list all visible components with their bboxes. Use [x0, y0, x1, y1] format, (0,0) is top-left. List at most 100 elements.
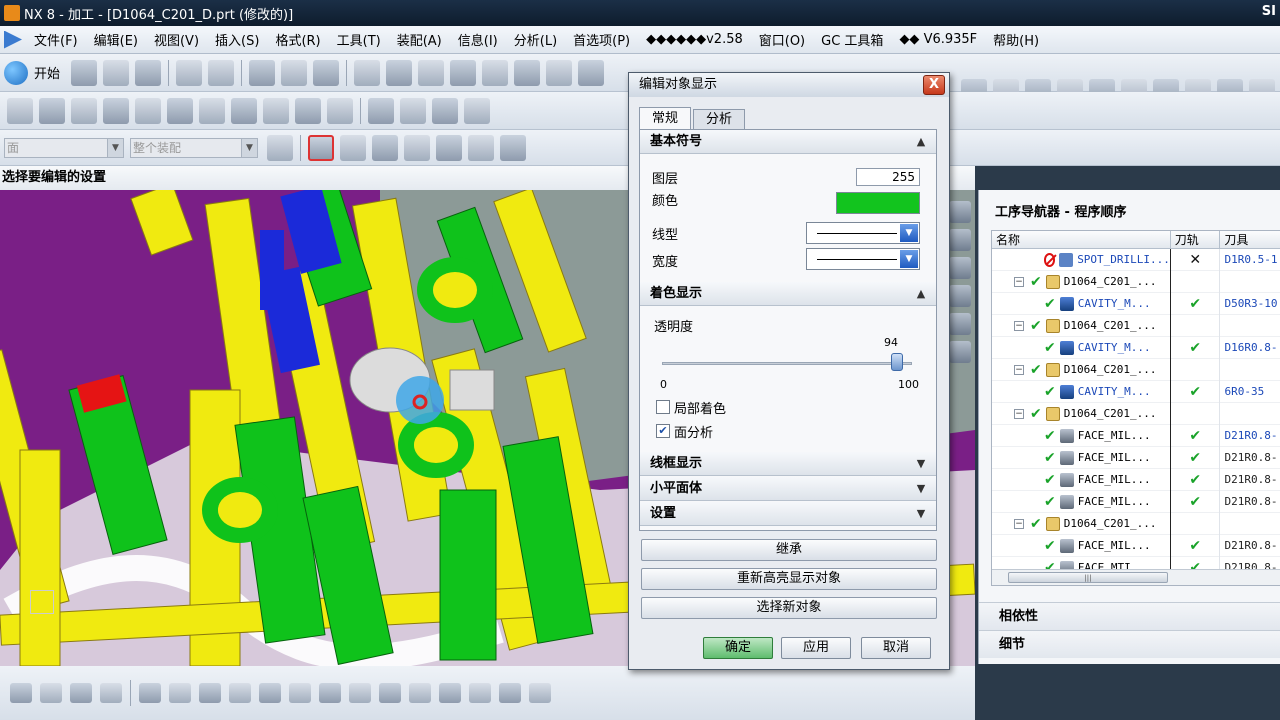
- scrollbar-thumb[interactable]: |||: [1008, 572, 1168, 583]
- postprocess-icon[interactable]: [482, 59, 509, 86]
- undo-icon[interactable]: [176, 59, 203, 86]
- text-icon[interactable]: [135, 97, 161, 124]
- snap-point-icon[interactable]: [308, 134, 334, 161]
- extrude-icon[interactable]: [199, 97, 225, 124]
- wireframe-section-header[interactable]: 线框显示 ▼: [640, 452, 936, 476]
- layer-icon[interactable]: [281, 59, 308, 86]
- navigator-row[interactable]: ✔ CAVITY_M... ✔ D50R3-10: [992, 292, 1280, 315]
- menu-item[interactable]: 工具(T): [329, 30, 389, 49]
- bottom-tool-15-icon[interactable]: [439, 683, 461, 703]
- navigator-row[interactable]: ✔ FACE_MIL... ✔ D21R0.8-: [992, 468, 1280, 491]
- open-folder-icon[interactable]: [103, 59, 130, 86]
- menu-item[interactable]: 帮助(H): [985, 30, 1047, 49]
- resource-history-icon[interactable]: [949, 313, 971, 335]
- nx-menu-icon[interactable]: [4, 30, 22, 49]
- bottom-tool-7-icon[interactable]: [199, 683, 221, 703]
- bottom-tool-4-icon[interactable]: [100, 683, 122, 703]
- bottom-tool-10-icon[interactable]: [289, 683, 311, 703]
- rotate-icon[interactable]: [340, 134, 366, 161]
- transparency-slider-thumb[interactable]: [891, 353, 903, 371]
- chevron-down-icon[interactable]: ▼: [912, 455, 930, 473]
- orient-icon[interactable]: [436, 134, 462, 161]
- polygon-icon[interactable]: [167, 97, 193, 124]
- navigator-row[interactable]: − ✔ D1064_C201_...: [992, 402, 1280, 425]
- dialog-title-bar[interactable]: 编辑对象显示 X: [629, 73, 949, 97]
- redo-icon[interactable]: [208, 59, 235, 86]
- verify-icon[interactable]: [546, 59, 573, 86]
- line-icon[interactable]: [7, 97, 33, 124]
- transparency-slider-track[interactable]: [662, 362, 912, 365]
- shaded-cube-icon[interactable]: [372, 134, 398, 161]
- navigator-row[interactable]: − ✔ D1064_C201_...: [992, 270, 1280, 293]
- bottom-tool-5-icon[interactable]: [139, 683, 161, 703]
- bottom-tool-13-icon[interactable]: [379, 683, 401, 703]
- apply-button[interactable]: 应用: [781, 637, 851, 659]
- color-swatch[interactable]: [836, 192, 920, 214]
- menu-item[interactable]: 文件(F): [26, 30, 86, 49]
- resource-assembly-icon[interactable]: [949, 257, 971, 279]
- bottom-tool-14-icon[interactable]: [409, 683, 431, 703]
- dependencies-section[interactable]: 相依性: [979, 602, 1280, 630]
- horizontal-scrollbar[interactable]: |||: [992, 569, 1280, 585]
- resource-part-icon[interactable]: [949, 229, 971, 251]
- rehighlight-button[interactable]: 重新高亮显示对象: [641, 568, 937, 590]
- measure-icon[interactable]: [368, 97, 394, 124]
- menu-item[interactable]: 装配(A): [389, 30, 450, 49]
- edit-object-icon[interactable]: [249, 59, 276, 86]
- navigator-row[interactable]: ✔ CAVITY_M... ✔ 6R0-35: [992, 380, 1280, 403]
- program-icon[interactable]: [450, 59, 477, 86]
- column-toolpath[interactable]: 刀轨: [1171, 231, 1221, 248]
- circle-icon[interactable]: [39, 97, 65, 124]
- expand-toggle-icon[interactable]: −: [1014, 408, 1024, 419]
- menu-item[interactable]: 视图(V): [146, 30, 207, 49]
- close-icon[interactable]: X: [923, 75, 945, 95]
- operation-icon[interactable]: [418, 59, 445, 86]
- menu-item[interactable]: 窗口(O): [751, 30, 813, 49]
- revolve-icon[interactable]: [231, 97, 257, 124]
- bottom-tool-12-icon[interactable]: [349, 683, 371, 703]
- shop-doc-icon[interactable]: [514, 59, 541, 86]
- column-name[interactable]: 名称: [992, 231, 1171, 248]
- navigator-row[interactable]: SPOT_DRILLI... ✕ D1R0.5-1: [992, 248, 1280, 271]
- start-button[interactable]: 开始: [4, 60, 60, 85]
- section-icon[interactable]: [400, 97, 426, 124]
- navigator-row[interactable]: − ✔ D1064_C201_...: [992, 512, 1280, 535]
- chevron-up-icon[interactable]: ▲: [912, 133, 930, 151]
- shading-section-header[interactable]: 着色显示 ▲: [640, 282, 936, 306]
- ok-button[interactable]: 确定: [703, 637, 773, 659]
- menu-item[interactable]: 格式(R): [267, 30, 328, 49]
- settings-section-header[interactable]: 设置 ▼: [640, 502, 936, 526]
- bottom-tool-18-icon[interactable]: [529, 683, 551, 703]
- box-select-icon[interactable]: [468, 134, 494, 161]
- basic-section-header[interactable]: 基本符号 ▲: [640, 130, 936, 154]
- bottom-tool-3-icon[interactable]: [70, 683, 92, 703]
- width-select[interactable]: ▼: [806, 248, 920, 270]
- face-analysis-checkbox[interactable]: ✔: [656, 424, 670, 438]
- resource-roles-icon[interactable]: [949, 285, 971, 307]
- select-all-icon[interactable]: [267, 134, 293, 161]
- sweep-icon[interactable]: [263, 97, 289, 124]
- navigator-row[interactable]: ✔ FACE_MIL... ✔ D21R0.8-: [992, 534, 1280, 557]
- expand-toggle-icon[interactable]: −: [1014, 364, 1024, 375]
- bottom-tool-16-icon[interactable]: [469, 683, 491, 703]
- expand-toggle-icon[interactable]: −: [1014, 518, 1024, 529]
- menu-item[interactable]: GC 工具箱: [813, 30, 891, 49]
- navigator-row[interactable]: ✔ FACE_MIL... ✔ D21R0.8-: [992, 490, 1280, 513]
- bottom-tool-6-icon[interactable]: [169, 683, 191, 703]
- navigator-row[interactable]: ✔ FACE_MIL... ✔ D21R0.8-: [992, 424, 1280, 447]
- save-icon[interactable]: [135, 59, 162, 86]
- new-file-icon[interactable]: [71, 59, 98, 86]
- type-filter-select[interactable]: 面 ▼: [4, 137, 124, 158]
- menu-item[interactable]: 编辑(E): [86, 30, 146, 49]
- navigator-row[interactable]: − ✔ D1064_C201_...: [992, 314, 1280, 337]
- trim-icon[interactable]: [327, 97, 353, 124]
- expand-toggle-icon[interactable]: −: [1014, 320, 1024, 331]
- tool-path-icon[interactable]: [578, 59, 605, 86]
- scope-filter-select[interactable]: 整个装配 ▼: [130, 137, 258, 158]
- cylinder-icon[interactable]: [386, 59, 413, 86]
- chevron-down-icon[interactable]: ▼: [912, 505, 930, 523]
- tab-general[interactable]: 常规: [639, 107, 692, 129]
- menu-item[interactable]: 分析(L): [506, 30, 565, 49]
- bottom-tool-9-icon[interactable]: [259, 683, 281, 703]
- select-new-object-button[interactable]: 选择新对象: [641, 597, 937, 619]
